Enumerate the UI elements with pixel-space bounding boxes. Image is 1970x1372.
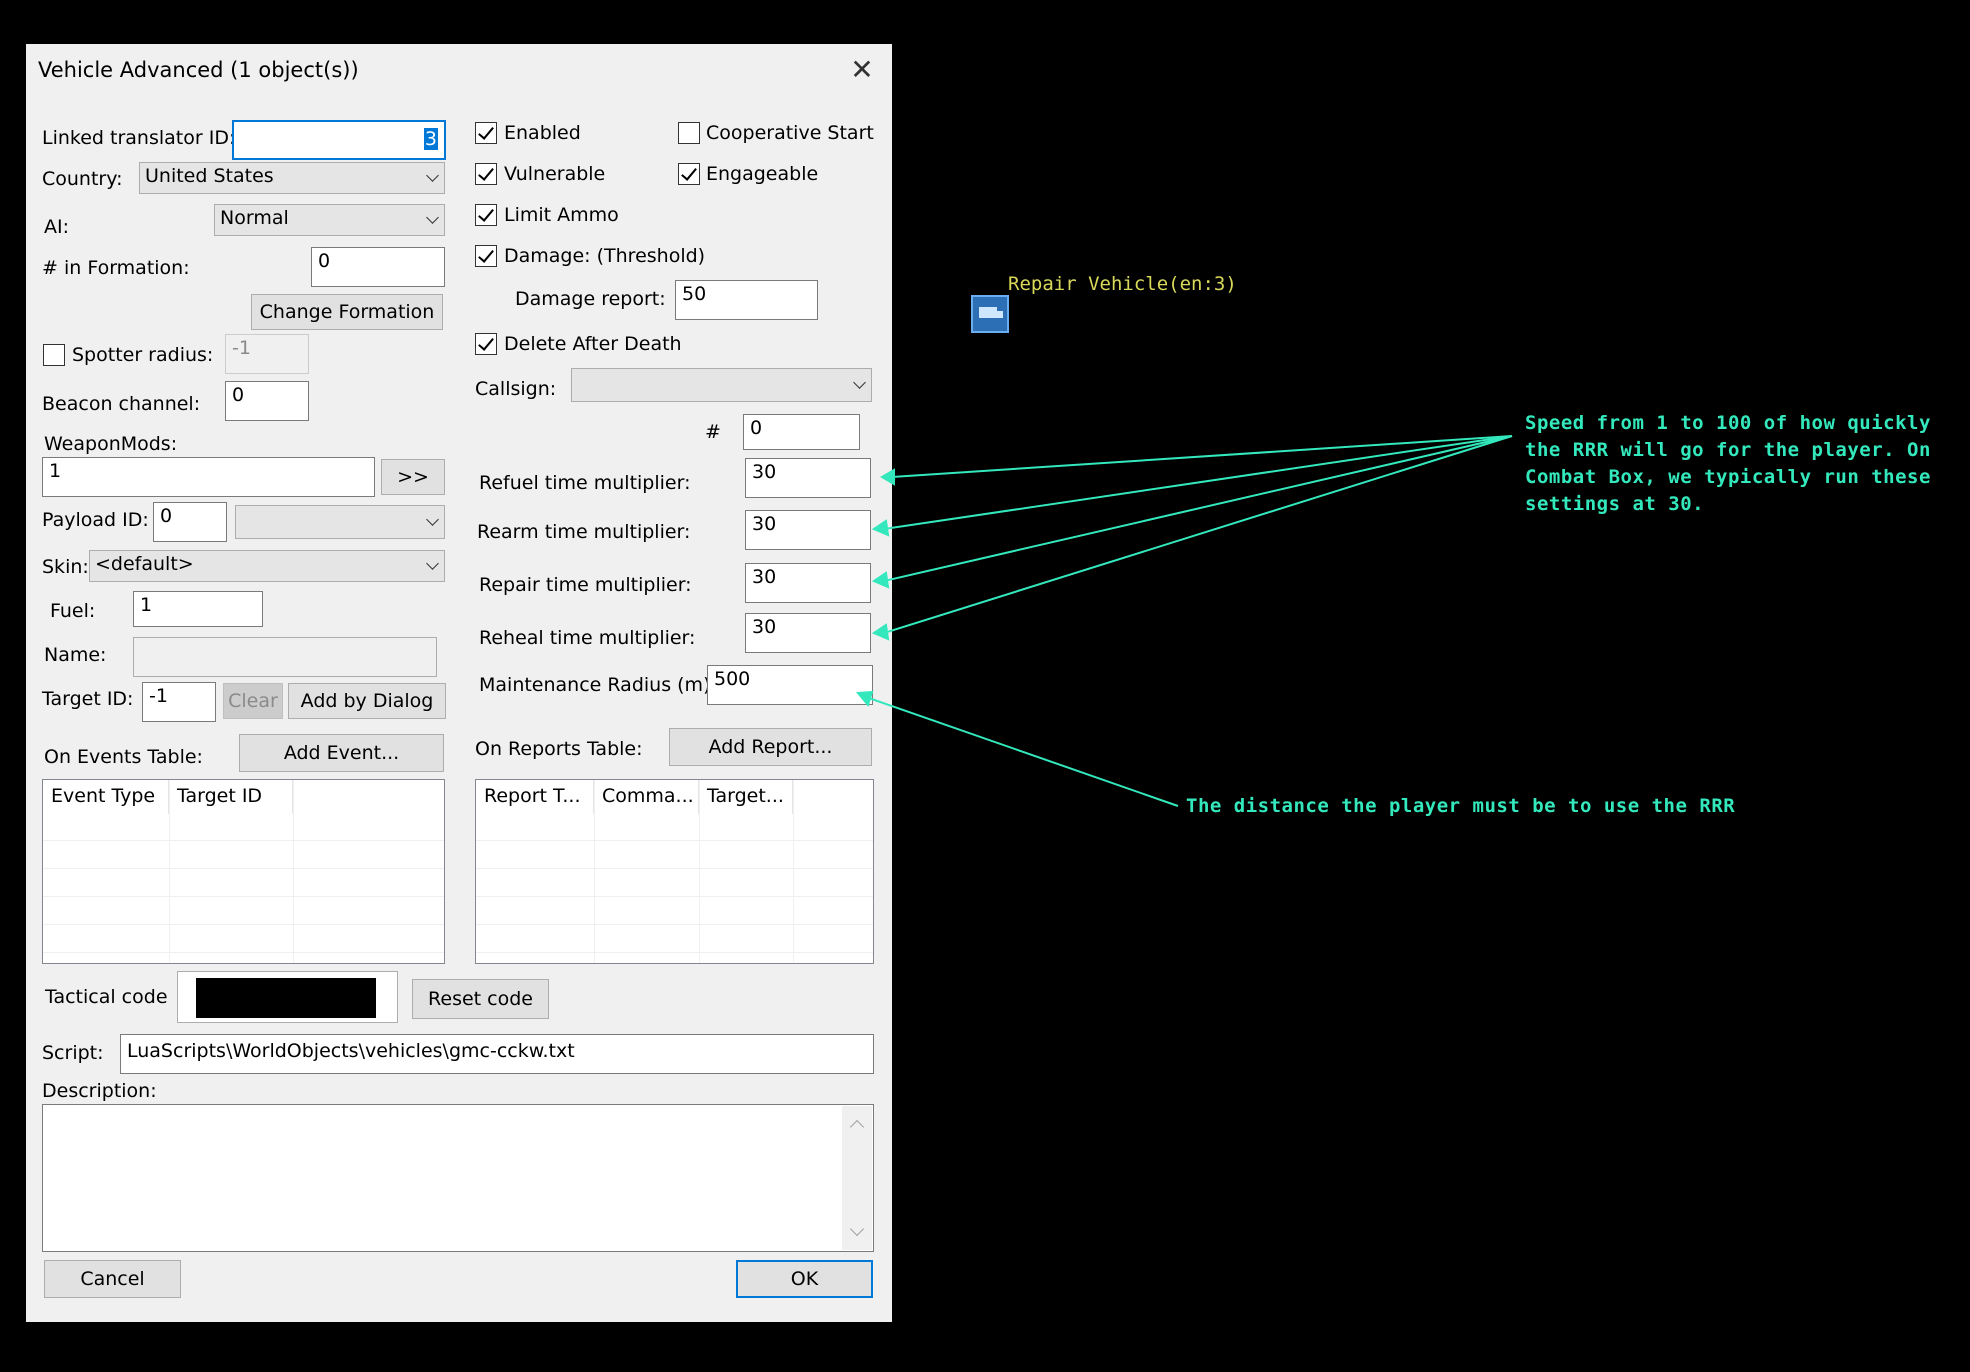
arrowhead-refuel: [880, 468, 895, 486]
arrowhead-reheal: [871, 623, 890, 641]
arrow-reheal: [883, 435, 1513, 634]
arrowhead-maintenance: [855, 690, 874, 708]
arrow-maintenance: [865, 696, 1179, 807]
arrowhead-repair: [871, 571, 890, 589]
arrow-rearm: [883, 435, 1513, 530]
annotation-arrows: [855, 435, 1513, 807]
arrowhead-rearm: [871, 519, 890, 537]
